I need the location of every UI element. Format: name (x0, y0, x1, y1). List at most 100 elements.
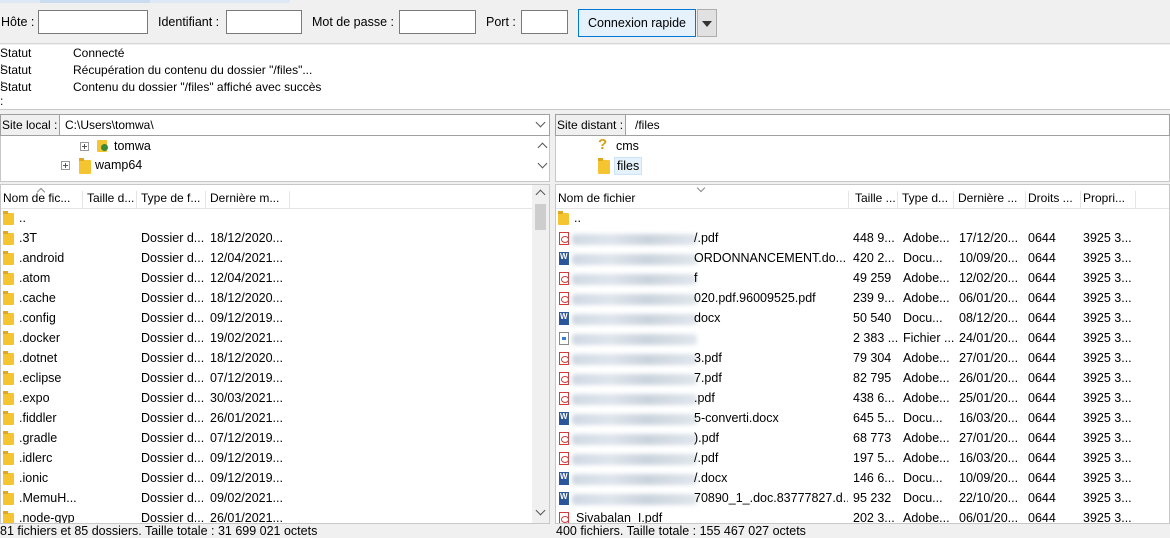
table-row[interactable]: .docker Dossier d... 19/02/2021... (1, 329, 549, 349)
scroll-down-icon[interactable] (537, 158, 548, 169)
table-row[interactable]: /.pdf 197 5... Adobe... 16/03/20... 0644 3925… (556, 449, 1169, 469)
table-row[interactable]: .dotnet Dossier d... 18/12/2020... (1, 349, 549, 369)
file-owner: 3925 3... (1083, 251, 1132, 265)
remote-path-input[interactable]: /files (635, 118, 660, 132)
column-header-size[interactable]: Taille d... (85, 191, 137, 209)
table-row[interactable]: 5-converti.docx 645 5... Docu... 16/03/20..… (556, 409, 1169, 429)
table-row[interactable]: .ionic Dossier d... 09/12/2019... (1, 469, 549, 489)
chevron-down-icon[interactable] (535, 117, 546, 128)
column-header-owner[interactable]: Propri... (1081, 191, 1136, 209)
word-file-icon (559, 252, 569, 265)
pdf-file-icon (559, 232, 569, 245)
file-name: 3.pdf (694, 351, 722, 365)
file-modified: 18/12/2020... (210, 291, 283, 305)
file-name: Sivabalan_I.pdf (576, 511, 663, 524)
file-permissions: 0644 (1028, 491, 1056, 505)
local-file-list[interactable]: Nom de fic... Taille d... Type de f... D… (0, 184, 550, 524)
column-header-name[interactable]: Nom de fichier (556, 191, 849, 209)
folder-icon (3, 391, 14, 405)
table-row[interactable]: .node-gyp Dossier d... 26/01/2021... (1, 509, 549, 524)
file-name: .config (19, 311, 56, 325)
file-name: .expo (19, 391, 50, 405)
table-row[interactable]: 020.pdf.96009525.pdf 239 9... Adobe... 06/0… (556, 289, 1169, 309)
column-header-type[interactable]: Type d... (900, 191, 954, 209)
file-icon (559, 332, 569, 345)
column-header-type[interactable]: Type de f... (139, 191, 206, 209)
scrollbar-thumb[interactable] (535, 204, 546, 230)
file-type: Docu... (903, 251, 943, 265)
tree-node-label: cms (616, 139, 639, 153)
file-name: /.pdf (694, 451, 719, 465)
expand-icon[interactable] (80, 142, 89, 151)
pdf-file-icon (559, 292, 569, 305)
table-row[interactable]: .idlerc Dossier d... 09/12/2019... (1, 449, 549, 469)
file-owner: 3925 3... (1083, 431, 1132, 445)
scroll-up-icon[interactable] (537, 142, 548, 153)
redacted-filename (572, 434, 697, 445)
table-row[interactable]: .eclipse Dossier d... 07/12/2019... (1, 369, 549, 389)
file-name: /.pdf (694, 231, 719, 245)
redacted-filename (572, 414, 697, 425)
table-row[interactable]: .config Dossier d... 09/12/2019... (1, 309, 549, 329)
table-row[interactable]: 70890_1_.doc.83777827.d... 95 232 Docu... 2… (556, 489, 1169, 509)
column-header-size[interactable]: Taille ... (853, 191, 898, 209)
expand-icon[interactable] (61, 161, 70, 170)
table-row[interactable]: .3T Dossier d... 18/12/2020... (1, 229, 549, 249)
file-type: Dossier d... (141, 511, 205, 524)
file-type: Dossier d... (141, 291, 205, 305)
table-row[interactable]: .gradle Dossier d... 07/12/2019... (1, 429, 549, 449)
remote-file-list[interactable]: Nom de fichier Taille ... Type d... Dern… (555, 184, 1170, 524)
table-row[interactable]: .atom Dossier d... 12/04/2021... (1, 269, 549, 289)
table-row[interactable]: .. (1, 209, 549, 229)
table-row[interactable]: 7.pdf 82 795 Adobe... 26/01/20... 0644 3925 3… (556, 369, 1169, 389)
file-owner: 3925 3... (1083, 351, 1132, 365)
table-row[interactable]: ORDONNANCEMENT.do... 420 2... Docu... 10/09… (556, 249, 1169, 269)
quickconnect-dropdown-button[interactable] (697, 9, 717, 37)
table-row[interactable]: ).pdf 68 773 Adobe... 27/01/20... 0644 3925 3… (556, 429, 1169, 449)
scroll-down-icon[interactable] (535, 505, 546, 516)
table-row[interactable]: .cache Dossier d... 18/12/2020... (1, 289, 549, 309)
password-input[interactable] (399, 10, 476, 34)
folder-icon (3, 211, 14, 225)
message-log[interactable]: Statut : Connecté Statut : Récupération du… (0, 45, 1170, 110)
host-input[interactable] (38, 10, 148, 34)
quickconnect-button[interactable]: Connexion rapide (578, 9, 696, 37)
port-input[interactable] (521, 10, 568, 34)
table-row[interactable]: .fiddler Dossier d... 26/01/2021... (1, 409, 549, 429)
scroll-up-icon[interactable] (535, 189, 546, 200)
file-modified: 26/01/20... (959, 371, 1019, 385)
file-type: Adobe... (903, 291, 950, 305)
file-size: 79 304 (853, 351, 892, 365)
file-type: Dossier d... (141, 251, 205, 265)
file-type: Adobe... (903, 511, 950, 524)
column-header-modified[interactable]: Dernière m... (208, 191, 290, 209)
file-modified: 24/01/20... (959, 331, 1019, 345)
folder-icon (598, 158, 610, 174)
pdf-file-icon (559, 272, 569, 285)
table-row[interactable]: /.pdf 448 9... Adobe... 17/12/20... 0644 3925… (556, 229, 1169, 249)
file-name: f (694, 271, 698, 285)
table-row[interactable]: .expo Dossier d... 30/03/2021... (1, 389, 549, 409)
table-row[interactable]: f 49 259 Adobe... 12/02/20... 0644 3925 3... (556, 269, 1169, 289)
table-row[interactable]: .. (556, 209, 1169, 229)
local-scrollbar[interactable] (532, 185, 549, 523)
file-name: .cache (19, 291, 56, 305)
folder-icon (3, 411, 14, 425)
file-type: Adobe... (903, 231, 950, 245)
log-message: Récupération du contenu du dossier "/fil… (73, 63, 313, 77)
file-size: 50 540 (853, 311, 892, 325)
redacted-filename (572, 234, 697, 245)
table-row[interactable]: Sivabalan_I.pdf 202 3... Adobe... 06/01/20.… (556, 509, 1169, 524)
table-row[interactable]: 3.pdf 79 304 Adobe... 27/01/20... 0644 3925 3… (556, 349, 1169, 369)
table-row[interactable]: .android Dossier d... 12/04/2021... (1, 249, 549, 269)
table-row[interactable]: docx 50 540 Docu... 08/12/20... 0644 3925 3..… (556, 309, 1169, 329)
table-row[interactable]: 2 383 ... Fichier ... 24/01/20... 0644 3925 … (556, 329, 1169, 349)
table-row[interactable]: .MemuH... Dossier d... 09/02/2021... (1, 489, 549, 509)
table-row[interactable]: .pdf 438 6... Adobe... 25/01/20... 0644 3925 … (556, 389, 1169, 409)
folder-icon (3, 271, 14, 285)
username-input[interactable] (226, 10, 302, 34)
column-header-permissions[interactable]: Droits ... (1026, 191, 1081, 209)
table-row[interactable]: /.docx 146 6... Docu... 10/09/20... 0644 3925… (556, 469, 1169, 489)
column-header-modified[interactable]: Dernière ... (956, 191, 1026, 209)
local-path-input[interactable]: C:\Users\tomwa\ (65, 118, 154, 132)
